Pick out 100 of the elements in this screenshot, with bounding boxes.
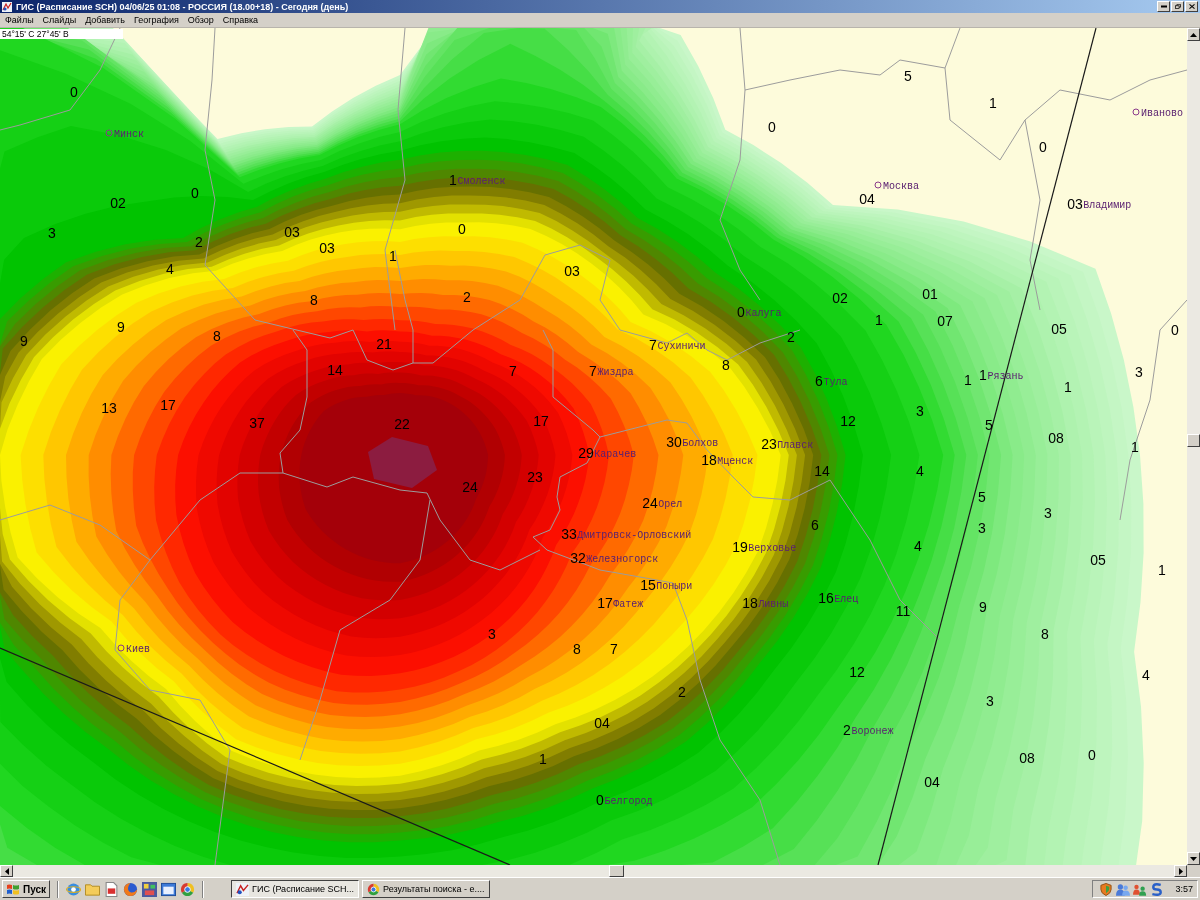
map-value: 3 [488,626,496,642]
map-value: 13 [101,400,117,416]
map-value: 4 [1142,667,1150,683]
city-label: Орел [658,498,683,510]
picture-icon[interactable] [142,881,158,897]
map-value: 33 [561,526,577,542]
map-value: 1 [875,312,883,328]
shield-icon[interactable] [1099,882,1114,896]
map-value: 5 [904,68,912,84]
city-marker-icon [874,181,882,189]
map-value: 2 [678,684,686,700]
map-value: 14 [327,362,343,378]
city-label: Воронеж [851,725,894,737]
map-value: 3 [48,225,56,241]
map-value: 6 [815,373,823,389]
city-label: Смоленск [457,175,506,187]
map-value: 05 [1090,552,1106,568]
taskbar-button[interactable]: Результаты поиска - е.... [362,880,490,898]
menu-item[interactable]: Добавить [81,14,129,26]
map-value: 05 [1051,321,1067,337]
scroll-up-button[interactable] [1187,28,1200,41]
map-value: 11 [895,603,911,619]
map-value: 8 [213,328,221,344]
close-icon [1188,4,1195,9]
people-icon[interactable] [1133,882,1148,896]
map-value: 2 [463,289,471,305]
map-value: 8 [310,292,318,308]
map-value: 5 [978,489,986,505]
cursor-coordinates: 54°15' С 27°45' В [0,29,123,39]
menu-item[interactable]: Справка [218,14,263,26]
city-label: Железногорск [586,553,659,565]
scrollbar-thumb[interactable] [609,865,624,877]
map-value: 3 [986,693,994,709]
map-value: 1 [449,172,457,188]
map-value: 30 [666,434,682,450]
map-value: 29 [578,445,594,461]
arrow-right-icon [1178,867,1183,875]
map-value: 04 [594,715,610,731]
taskbar-button[interactable]: ГИС (Расписание SCH... [231,880,360,898]
scrollbar-thumb[interactable] [1187,434,1200,447]
start-button[interactable]: Пуск [2,880,51,898]
map-value: 04 [924,774,940,790]
menu-item[interactable]: География [129,14,183,26]
city-label: Мценск [717,455,754,467]
window-icon[interactable] [161,881,177,897]
arrow-up-icon [1190,32,1197,37]
map-value: 37 [249,415,265,431]
map-value: 3 [1135,364,1143,380]
menu-item[interactable]: Обзор [183,14,218,26]
menu-item[interactable]: Слайды [38,14,81,26]
map-value: 1 [1158,562,1166,578]
s-curve-icon[interactable] [1150,882,1165,896]
close-button[interactable] [1185,1,1198,12]
segmented-circle-icon[interactable] [180,881,196,897]
map-value: 9 [979,599,987,615]
map-value: 08 [1048,430,1064,446]
map-value: 02 [832,290,848,306]
scroll-right-button[interactable] [1174,865,1187,877]
map-value: 6 [811,517,819,533]
map-value: 32 [570,550,586,566]
restore-button[interactable] [1171,1,1184,12]
city-marker-icon [117,644,125,652]
map-value: 1 [964,372,972,388]
users-icon[interactable] [1116,882,1131,896]
minimize-icon [1160,4,1167,9]
map-value: 0 [70,84,78,100]
city-label: Карачев [594,448,637,460]
horizontal-scrollbar[interactable] [0,865,1187,877]
map-value: 07 [937,313,953,329]
map-value: 0 [458,221,466,237]
city-label: Елец [834,593,859,605]
city-label: Болхов [682,437,719,449]
city-label: Дмитровск-Орловский [577,529,692,541]
menu-item[interactable]: Файлы [1,14,38,26]
map-value: 1 [989,95,997,111]
map-value: 0 [768,119,776,135]
planet-icon[interactable] [123,881,139,897]
map-value: 17 [597,595,613,611]
map-value: 8 [722,357,730,373]
scroll-down-button[interactable] [1187,852,1200,865]
file-icon[interactable] [104,881,120,897]
map-value: 0 [1171,322,1179,338]
globe-icon[interactable] [66,881,82,897]
city-marker-icon [105,129,113,137]
map-value: 0 [737,304,745,320]
map-value: 02 [110,195,126,211]
city-label: Минск [114,128,144,140]
map-value: 7 [509,363,517,379]
map-value: 7 [610,641,618,657]
map-value: 8 [1041,626,1049,642]
map-value: 24 [462,479,478,495]
city-label: Жиздра [597,366,634,378]
map-value: 03 [284,224,300,240]
map-value: 3 [916,403,924,419]
map-value: 2 [195,234,203,250]
scroll-left-button[interactable] [0,865,13,877]
city-label: Белгород [604,795,653,807]
minimize-button[interactable] [1157,1,1170,12]
vertical-scrollbar[interactable] [1187,28,1200,865]
city-label: Тула [823,376,848,388]
